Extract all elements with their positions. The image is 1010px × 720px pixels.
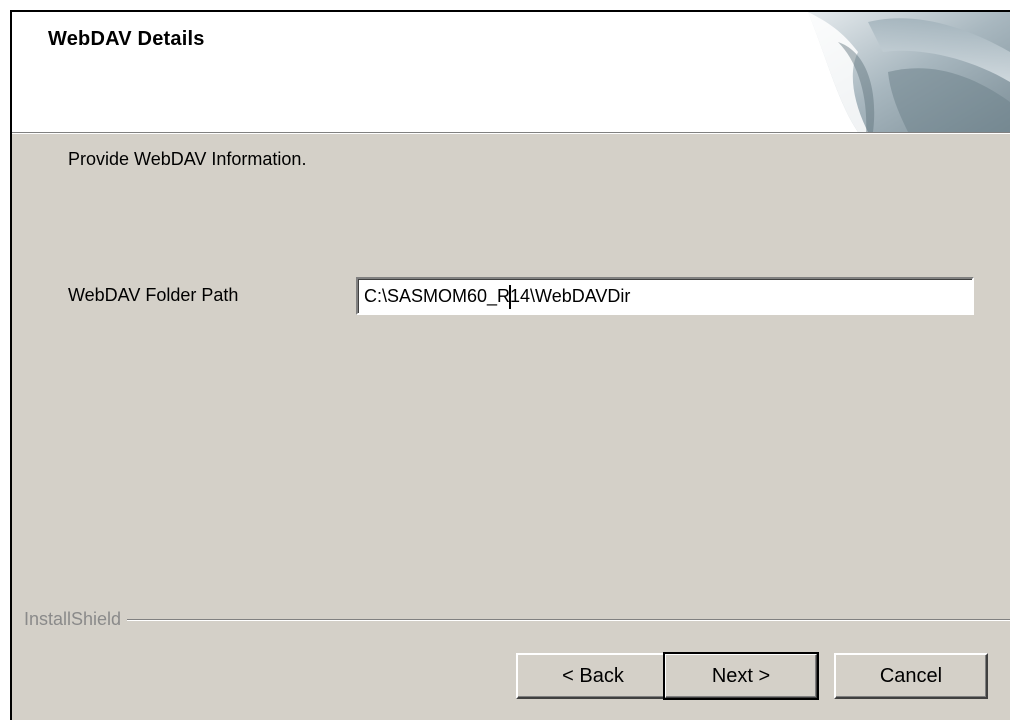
footer-divider (24, 619, 1010, 621)
dialog-header: WebDAV Details (12, 12, 1010, 133)
next-button[interactable]: Next > (663, 652, 819, 700)
installer-dialog: WebDAV Details Provide WebDAV Informatio… (10, 10, 1010, 720)
back-button[interactable]: < Back (516, 653, 670, 699)
dialog-title: WebDAV Details (48, 28, 205, 50)
webdav-folder-path-label: WebDAV Folder Path (68, 285, 239, 305)
cancel-button[interactable]: Cancel (834, 653, 988, 699)
installshield-brand-label: InstallShield (24, 609, 128, 630)
installshield-swirl-graphic-icon (798, 12, 1010, 132)
dialog-subtitle: Provide WebDAV Information. (68, 149, 307, 169)
webdav-folder-path-input[interactable] (356, 277, 974, 315)
text-caret (509, 285, 511, 309)
